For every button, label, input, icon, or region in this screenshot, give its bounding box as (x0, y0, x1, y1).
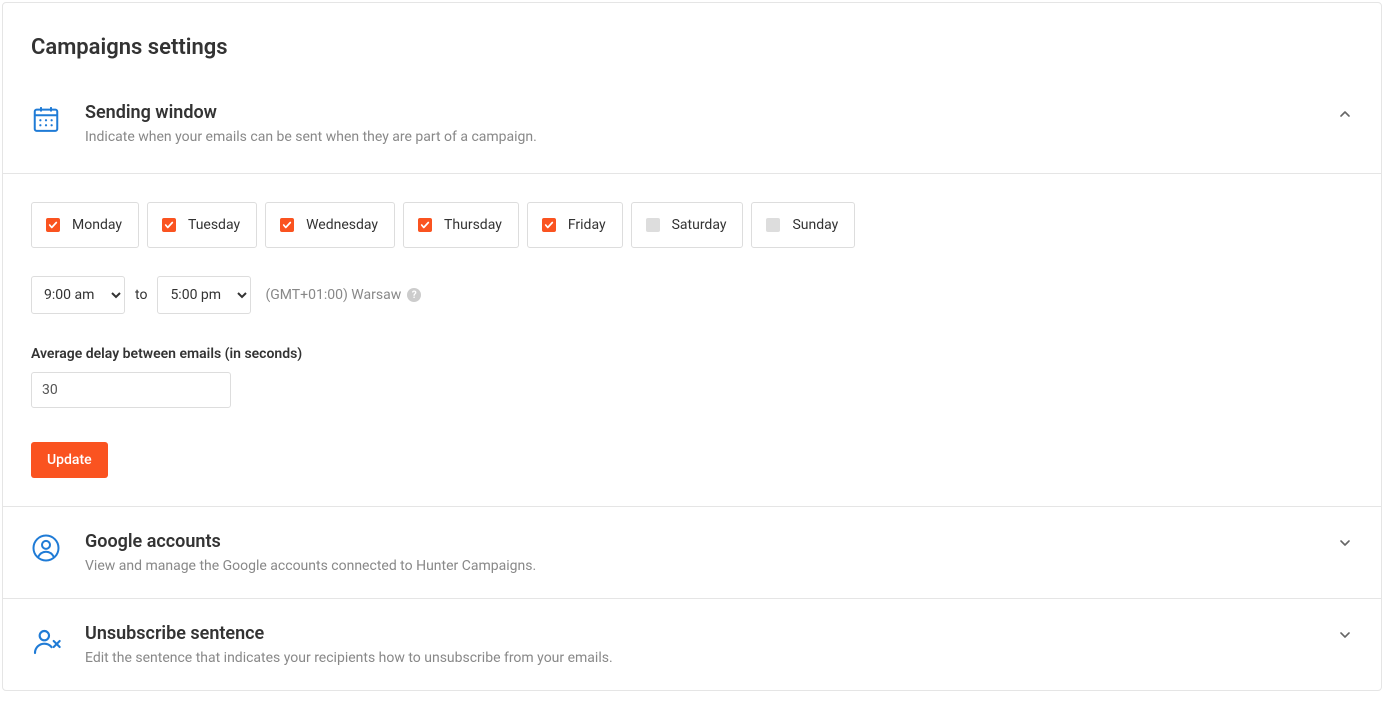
day-label: Sunday (792, 217, 838, 233)
day-label: Friday (568, 217, 606, 233)
time-from-select[interactable]: 9:00 am (31, 276, 125, 314)
unsubscribe-title: Unsubscribe sentence (85, 623, 1337, 644)
user-remove-icon (31, 623, 71, 657)
google-accounts-description: View and manage the Google accounts conn… (85, 558, 1337, 574)
google-accounts-header[interactable]: Google accounts View and manage the Goog… (3, 506, 1381, 598)
unsubscribe-description: Edit the sentence that indicates your re… (85, 650, 1337, 666)
day-checkbox-sunday[interactable]: Sunday (751, 202, 855, 248)
sending-window-title: Sending window (85, 102, 1337, 123)
delay-label: Average delay between emails (in seconds… (31, 346, 1353, 362)
time-to-select[interactable]: 5:00 pm (157, 276, 251, 314)
calendar-icon (31, 102, 71, 134)
day-checkbox-wednesday[interactable]: Wednesday (265, 202, 395, 248)
day-checkbox-monday[interactable]: Monday (31, 202, 139, 248)
time-row: 9:00 am to 5:00 pm (GMT+01:00) Warsaw ? (31, 276, 1353, 314)
day-label: Saturday (672, 217, 727, 233)
day-label: Wednesday (306, 217, 378, 233)
timezone-text: (GMT+01:00) Warsaw (265, 287, 401, 303)
page-title: Campaigns settings (3, 3, 1381, 84)
checkbox-icon (766, 218, 780, 232)
delay-input[interactable] (31, 372, 231, 408)
day-checkbox-tuesday[interactable]: Tuesday (147, 202, 257, 248)
checkbox-icon (280, 218, 294, 232)
day-checkbox-thursday[interactable]: Thursday (403, 202, 519, 248)
day-label: Tuesday (188, 217, 240, 233)
sending-window-body: Monday Tuesday Wednesday Thursday Friday Satu… (3, 173, 1381, 506)
timezone-label: (GMT+01:00) Warsaw ? (265, 287, 421, 303)
checkbox-icon (418, 218, 432, 232)
checkbox-icon (46, 218, 60, 232)
user-icon (31, 531, 71, 563)
day-checkbox-friday[interactable]: Friday (527, 202, 623, 248)
day-label: Monday (72, 217, 122, 233)
chevron-down-icon (1337, 623, 1353, 643)
checkbox-icon (542, 218, 556, 232)
sending-window-header[interactable]: Sending window Indicate when your emails… (3, 84, 1381, 173)
day-checkbox-saturday[interactable]: Saturday (631, 202, 744, 248)
checkbox-icon (646, 218, 660, 232)
chevron-up-icon (1337, 102, 1353, 122)
checkbox-icon (162, 218, 176, 232)
sending-window-description: Indicate when your emails can be sent wh… (85, 129, 1337, 145)
settings-card: Campaigns settings Sending window Indica… (2, 2, 1382, 691)
chevron-down-icon (1337, 531, 1353, 551)
time-to-word: to (135, 287, 147, 303)
update-button[interactable]: Update (31, 442, 108, 478)
days-row: Monday Tuesday Wednesday Thursday Friday Satu… (31, 202, 1353, 248)
unsubscribe-header[interactable]: Unsubscribe sentence Edit the sentence t… (3, 598, 1381, 690)
help-icon[interactable]: ? (407, 288, 421, 302)
day-label: Thursday (444, 217, 502, 233)
google-accounts-title: Google accounts (85, 531, 1337, 552)
